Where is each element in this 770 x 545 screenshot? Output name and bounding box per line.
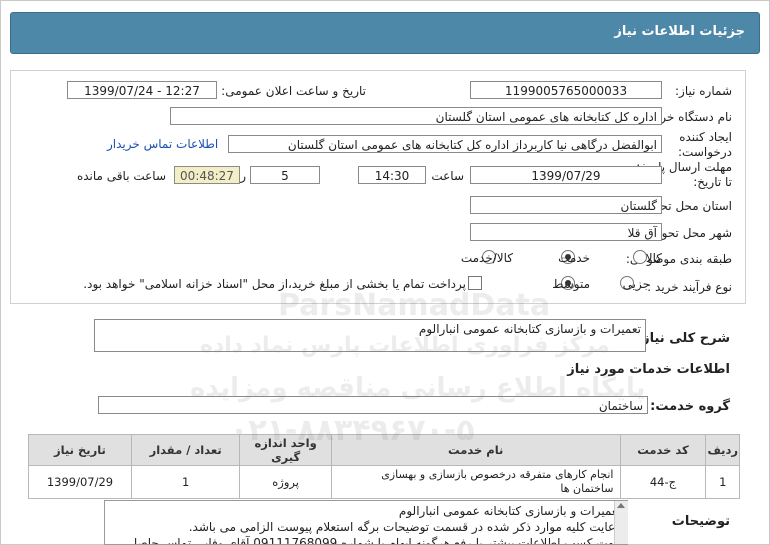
col-service-code: کد خدمت bbox=[619, 434, 707, 466]
cell-need-date: 1399/07/29 bbox=[28, 465, 132, 499]
page-title: جزئیات اطلاعات نیاز bbox=[614, 24, 745, 39]
remaining-time-label: ساعت باقی مانده bbox=[76, 169, 166, 183]
deadline-date-field: 1399/07/29 bbox=[470, 166, 662, 184]
summary-label: شرح کلی نیاز: bbox=[636, 331, 730, 346]
summary-field: تعمیرات و بازسازی کتابخانه عمومی انبارال… bbox=[94, 319, 646, 352]
need-number-label: شماره نیاز: bbox=[675, 84, 732, 98]
need-details-panel bbox=[10, 70, 746, 304]
page-title-bar: جزئیات اطلاعات نیاز bbox=[10, 12, 760, 54]
creator-label-1: ایجاد کننده bbox=[679, 130, 732, 144]
col-unit: واحد اندازه گیری bbox=[239, 434, 332, 466]
service-group-field: ساختمان bbox=[98, 396, 648, 414]
buyer-contact-link[interactable]: اطلاعات تماس خریدار bbox=[107, 137, 218, 151]
services-table: ردیف کد خدمت نام خدمت واحد اندازه گیری ت… bbox=[28, 434, 740, 499]
city-field: آق قلا bbox=[470, 223, 662, 241]
announce-date-label: تاریخ و ساعت اعلان عمومی: bbox=[221, 84, 366, 98]
cell-row-number: 1 bbox=[705, 465, 740, 499]
buyer-field: اداره کل کتابخانه های عمومی استان گلستان bbox=[170, 107, 662, 125]
col-need-date: تاریخ نیاز bbox=[28, 434, 132, 466]
category-option-service: خدمت bbox=[558, 251, 590, 265]
service-group-label: گروه خدمت: bbox=[650, 399, 730, 414]
deadline-time-field: 14:30 bbox=[358, 166, 426, 184]
province-field: گلستان bbox=[470, 196, 662, 214]
services-section-title: اطلاعات خدمات مورد نیاز bbox=[567, 362, 730, 377]
treasury-text: پرداخت تمام یا بخشی از مبلغ خرید،از محل … bbox=[83, 277, 466, 291]
deadline-label-2: تا تاریخ: bbox=[693, 175, 732, 189]
need-number-field: 1199005765000033 bbox=[470, 81, 662, 99]
description-label: توضیحات bbox=[671, 514, 730, 529]
creator-label-2: درخواست: bbox=[678, 145, 732, 159]
cell-quantity: 1 bbox=[130, 465, 241, 499]
description-textarea[interactable]: تعمیرات و بازسازی کتابخانه عمومی انبارال… bbox=[104, 500, 628, 545]
category-option-goods-service: کالا/خدمت bbox=[460, 251, 513, 265]
col-quantity: تعداد / مقدار bbox=[130, 434, 241, 466]
description-line-2: رعایت کلیه موارد ذکر شده در قسمت توضیحات… bbox=[188, 520, 621, 534]
days-remaining-field: 5 bbox=[250, 166, 320, 184]
category-option-goods: کالا bbox=[645, 251, 662, 265]
description-line-3: جهت کسب اطلاعات بیشتر یا رفع هرگونه ابها… bbox=[128, 536, 621, 545]
process-type-label: نوع فرآیند خرید : bbox=[647, 280, 732, 294]
cell-unit: پروژه bbox=[239, 465, 332, 499]
cell-service-code: ج-44 bbox=[619, 465, 707, 499]
cell-service-name: انجام کارهای متفرقه درخصوص بازسازی و بهس… bbox=[330, 465, 621, 499]
table-header-row: ردیف کد خدمت نام خدمت واحد اندازه گیری ت… bbox=[28, 434, 740, 466]
table-row: 1 ج-44 انجام کارهای متفرقه درخصوص بازساز… bbox=[28, 465, 740, 499]
scroll-up-arrow-icon[interactable] bbox=[617, 503, 625, 508]
treasury-checkbox[interactable] bbox=[468, 276, 482, 290]
deadline-time-label: ساعت bbox=[431, 169, 464, 183]
col-service-name: نام خدمت bbox=[330, 434, 621, 466]
col-row-number: ردیف bbox=[705, 434, 740, 466]
announce-date-field: 1399/07/24 - 12:27 bbox=[67, 81, 217, 99]
description-scrollbar[interactable] bbox=[614, 501, 628, 544]
description-line-1: تعمیرات و بازسازی کتابخانه عمومی انبارال… bbox=[398, 504, 621, 518]
creator-field: ابوالفضل درگاهی نیا کاربرداز اداره کل کت… bbox=[228, 135, 662, 153]
remaining-time-field: 00:48:27 bbox=[174, 166, 240, 184]
process-option-minor: جزیی bbox=[622, 277, 650, 291]
process-option-medium: متوسط bbox=[552, 277, 590, 291]
